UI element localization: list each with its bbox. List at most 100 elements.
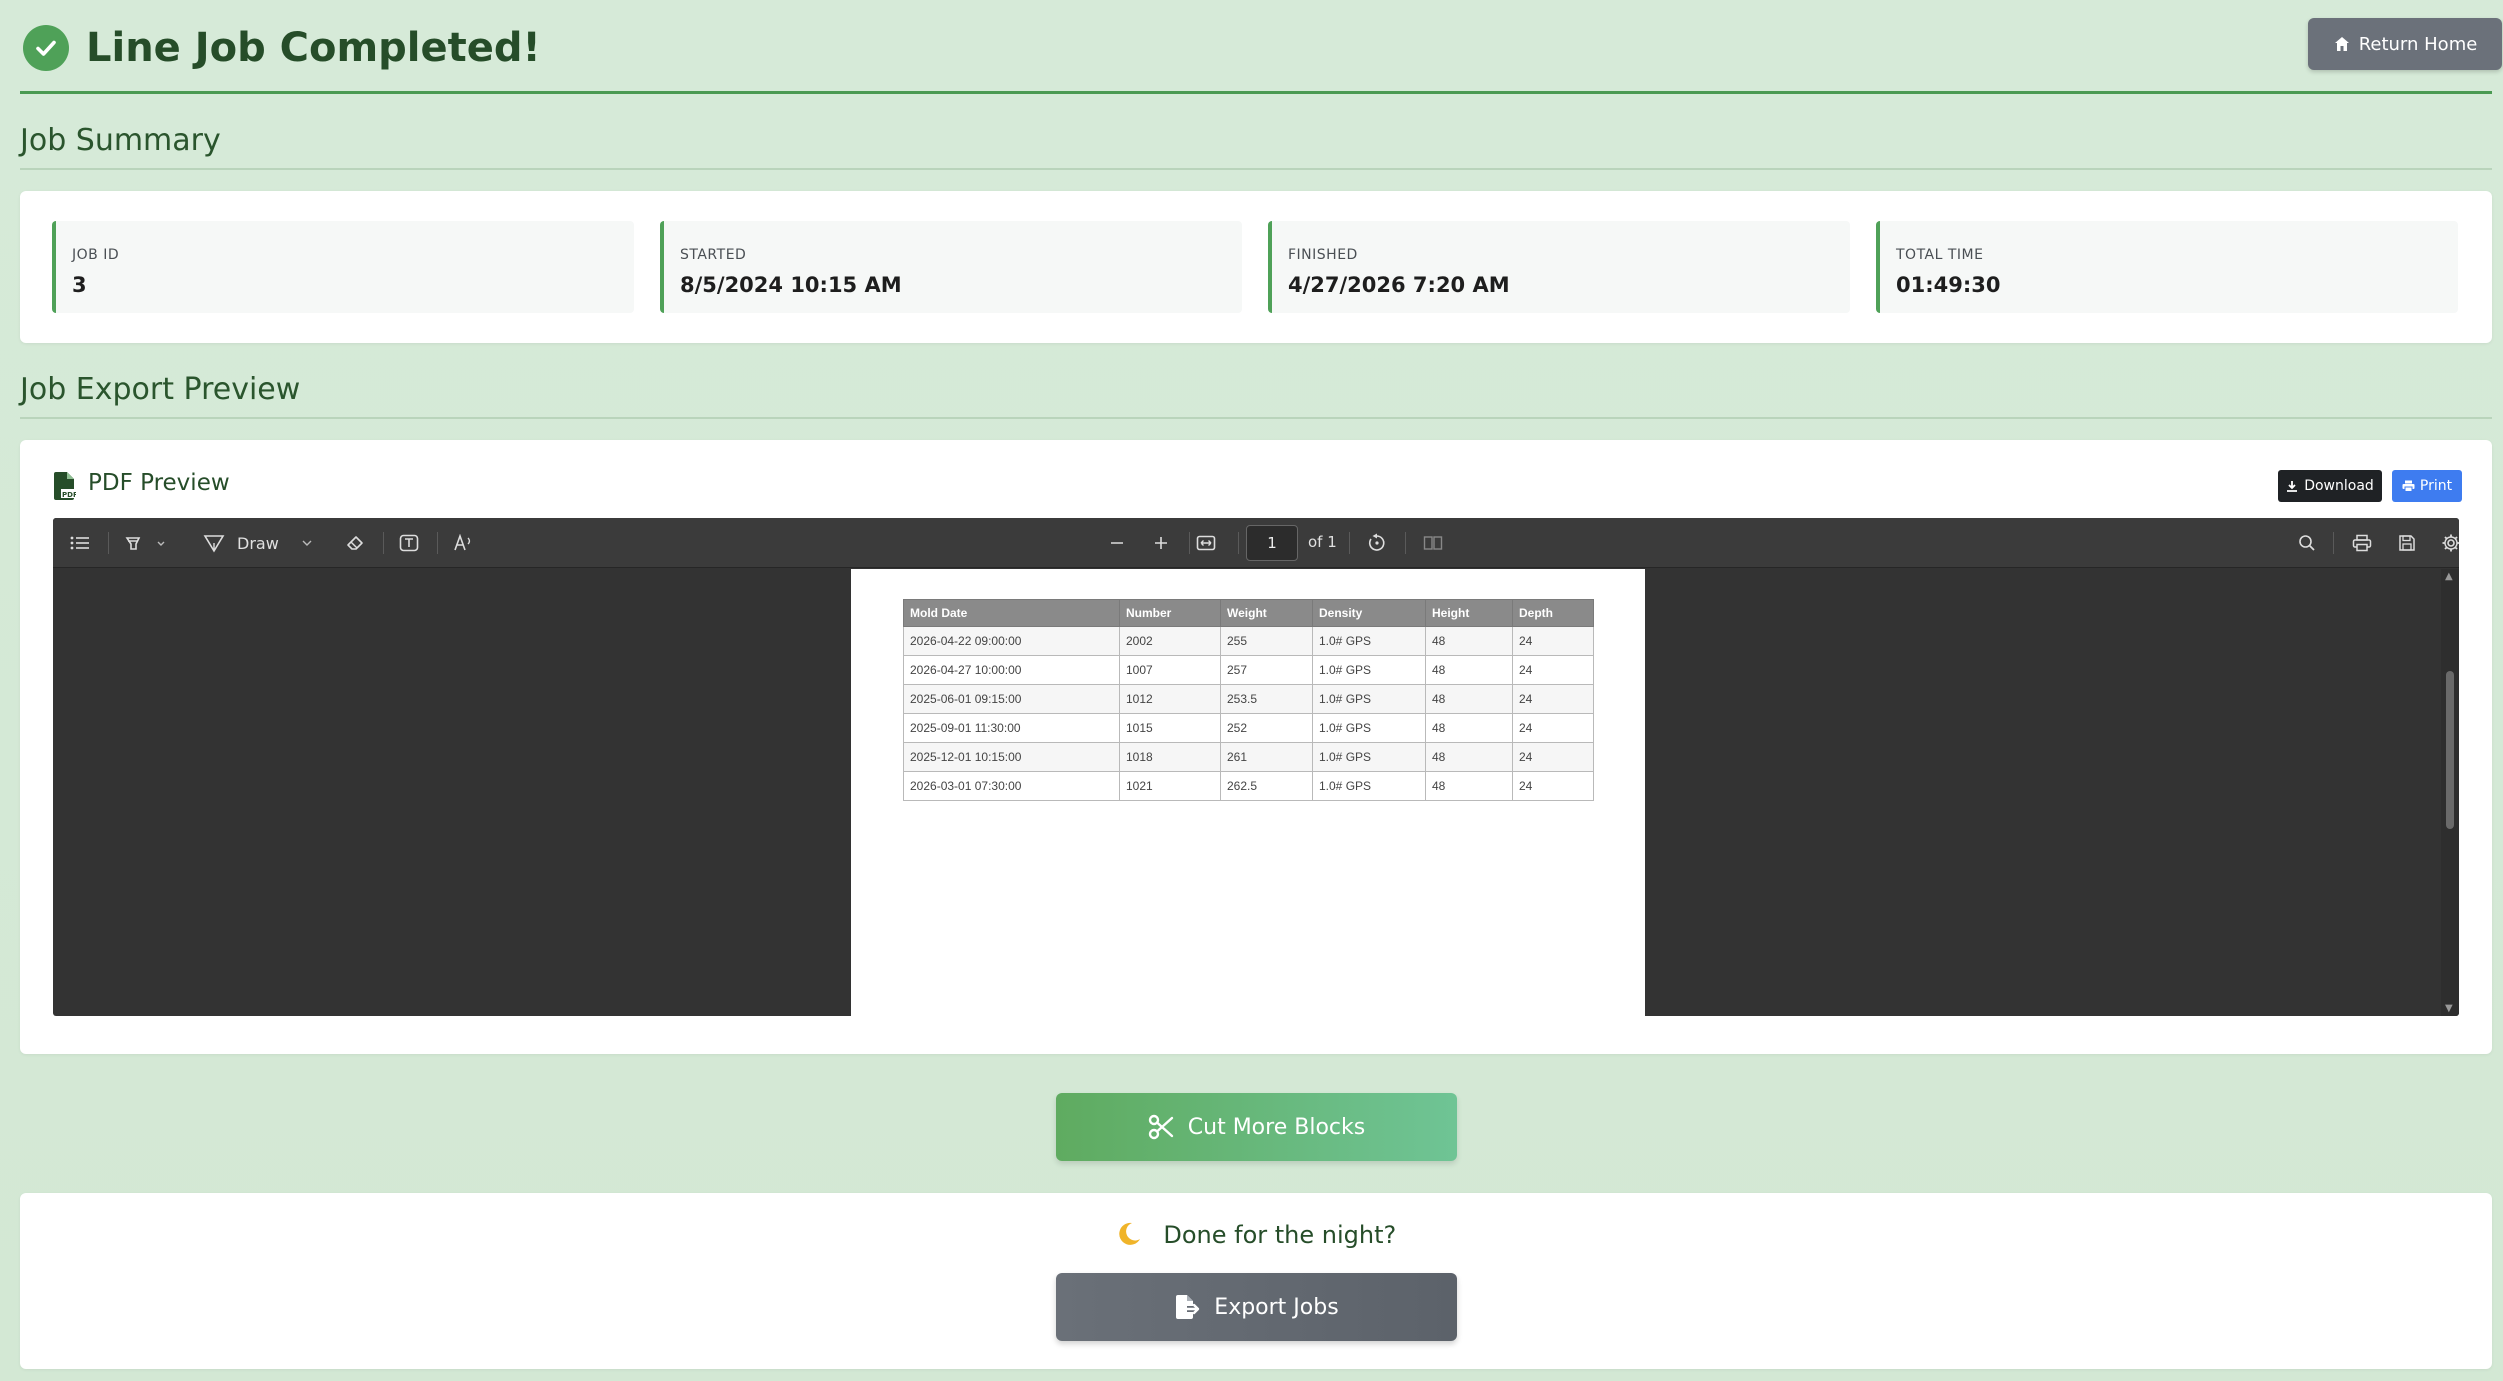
- table-cell: 24: [1512, 742, 1594, 772]
- table-cell: 255: [1220, 626, 1313, 656]
- print-button[interactable]: Print: [2392, 470, 2462, 502]
- table-row: 2026-04-22 09:00:00 2002 255 1.0# GPS 48…: [903, 626, 1594, 656]
- done-for-night-card: Done for the night? Export Jobs: [20, 1193, 2492, 1369]
- fit-width-icon[interactable]: [1192, 530, 1220, 556]
- pdf-data-table: Mold Date Number Weight Density Height D…: [903, 599, 1594, 801]
- table-cell: 24: [1512, 713, 1594, 743]
- table-row: 2025-09-01 11:30:00 1015 252 1.0# GPS 48…: [903, 713, 1594, 743]
- download-button[interactable]: Download: [2278, 470, 2382, 502]
- job-export-preview-title: Job Export Preview: [20, 372, 301, 407]
- table-cell: 1.0# GPS: [1312, 742, 1426, 772]
- scroll-down-icon[interactable]: ▼: [2445, 1003, 2453, 1014]
- pdf-file-icon: PDF: [54, 472, 76, 500]
- pdf-toolbar: Draw 1 of 1: [53, 518, 2459, 568]
- stat-job-id: JOB ID 3: [52, 221, 634, 313]
- table-cell: 2025-06-01 09:15:00: [903, 684, 1120, 714]
- column-header: Weight: [1220, 599, 1313, 627]
- table-cell: 48: [1425, 742, 1513, 772]
- page-count: of 1: [1308, 533, 1337, 551]
- toolbar-separator: [1238, 532, 1239, 554]
- read-aloud-icon[interactable]: [450, 530, 478, 556]
- draw-tool[interactable]: Draw: [203, 530, 339, 556]
- stat-label: TOTAL TIME: [1896, 247, 1984, 263]
- zoom-in-icon[interactable]: [1147, 530, 1175, 556]
- section-divider: [20, 417, 2492, 419]
- outline-icon[interactable]: [67, 530, 93, 556]
- pdf-scrollbar[interactable]: ▲ ▼: [2441, 569, 2459, 1016]
- column-header: Depth: [1512, 599, 1594, 627]
- scroll-up-icon[interactable]: ▲: [2445, 571, 2453, 582]
- table-cell: 2025-09-01 11:30:00: [903, 713, 1120, 743]
- table-cell: 48: [1425, 655, 1513, 685]
- night-heading: Done for the night?: [20, 1221, 2492, 1249]
- page-title: Line Job Completed!: [86, 25, 541, 71]
- table-cell: 48: [1425, 684, 1513, 714]
- table-cell: 48: [1425, 626, 1513, 656]
- stat-value: 4/27/2026 7:20 AM: [1288, 273, 1510, 297]
- stat-value: 3: [72, 273, 87, 297]
- toolbar-separator: [1349, 532, 1350, 554]
- draw-icon: [203, 535, 225, 553]
- stat-label: STARTED: [680, 247, 747, 263]
- job-summary-title: Job Summary: [20, 123, 221, 158]
- table-cell: 24: [1512, 655, 1594, 685]
- search-icon[interactable]: [2293, 530, 2321, 556]
- table-cell: 262.5: [1220, 771, 1313, 801]
- stat-label: FINISHED: [1288, 247, 1358, 263]
- return-home-label: Return Home: [2358, 33, 2478, 55]
- table-cell: 24: [1512, 684, 1594, 714]
- draw-label: Draw: [237, 533, 279, 553]
- file-export-icon: [1176, 1295, 1200, 1319]
- table-cell: 1.0# GPS: [1312, 771, 1426, 801]
- moon-icon: [1119, 1222, 1140, 1245]
- toolbar-separator: [108, 532, 109, 554]
- toolbar-separator: [1189, 532, 1190, 554]
- scrollbar-thumb[interactable]: [2446, 671, 2454, 829]
- text-box-icon[interactable]: [395, 530, 423, 556]
- table-cell: 1015: [1119, 713, 1221, 743]
- stat-label: JOB ID: [72, 247, 120, 263]
- download-label: Download: [2304, 478, 2374, 494]
- table-cell: 2025-12-01 10:15:00: [903, 742, 1120, 772]
- table-cell: 2026-04-22 09:00:00: [903, 626, 1120, 656]
- table-cell: 48: [1425, 771, 1513, 801]
- rotate-icon[interactable]: [1363, 530, 1391, 556]
- table-row: 2025-06-01 09:15:00 1012 253.5 1.0# GPS …: [903, 684, 1594, 714]
- night-title: Done for the night?: [1163, 1221, 1397, 1249]
- stat-started: STARTED 8/5/2024 10:15 AM: [660, 221, 1242, 313]
- table-cell: 1021: [1119, 771, 1221, 801]
- export-jobs-label: Export Jobs: [1214, 1294, 1339, 1320]
- print-pdf-icon[interactable]: [2348, 530, 2376, 556]
- column-header: Number: [1119, 599, 1221, 627]
- table-cell: 1.0# GPS: [1312, 684, 1426, 714]
- chevron-down-icon: [302, 540, 312, 546]
- table-cell: 48: [1425, 713, 1513, 743]
- toolbar-separator: [1405, 532, 1406, 554]
- table-cell: 2026-03-01 07:30:00: [903, 771, 1120, 801]
- job-summary-card: JOB ID 3 STARTED 8/5/2024 10:15 AM FINIS…: [20, 191, 2492, 343]
- table-cell: 2026-04-27 10:00:00: [903, 655, 1120, 685]
- eraser-icon[interactable]: [341, 530, 369, 556]
- download-icon: [2287, 481, 2298, 492]
- export-jobs-button[interactable]: Export Jobs: [1056, 1273, 1457, 1341]
- highlight-tool-icon[interactable]: [121, 530, 173, 556]
- table-cell: 1018: [1119, 742, 1221, 772]
- page-view-icon[interactable]: [1419, 530, 1447, 556]
- table-cell: 261: [1220, 742, 1313, 772]
- table-cell: 1.0# GPS: [1312, 655, 1426, 685]
- table-header-row: Mold Date Number Weight Density Height D…: [903, 599, 1594, 627]
- settings-gear-icon[interactable]: [2437, 530, 2459, 556]
- home-icon: [2334, 37, 2349, 51]
- table-cell: 252: [1220, 713, 1313, 743]
- return-home-button[interactable]: Return Home: [2308, 18, 2502, 70]
- toolbar-separator: [383, 532, 384, 554]
- scissors-icon: [1148, 1114, 1173, 1140]
- stat-total-time: TOTAL TIME 01:49:30: [1876, 221, 2458, 313]
- page-number-input[interactable]: 1: [1246, 525, 1298, 561]
- zoom-out-icon[interactable]: [1103, 530, 1131, 556]
- cut-more-blocks-button[interactable]: Cut More Blocks: [1056, 1093, 1457, 1161]
- pdf-preview-title: PDF Preview: [88, 470, 230, 496]
- table-cell: 1012: [1119, 684, 1221, 714]
- save-icon[interactable]: [2393, 530, 2421, 556]
- column-header: Density: [1312, 599, 1426, 627]
